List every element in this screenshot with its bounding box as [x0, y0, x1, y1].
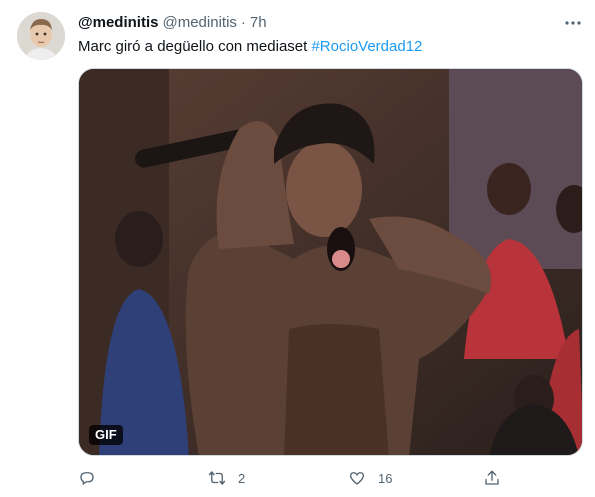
retweet-button[interactable]: 2: [208, 466, 245, 490]
separator-dot: ·: [240, 14, 246, 31]
timestamp[interactable]: 7h: [250, 14, 267, 31]
avatar-image: [17, 12, 65, 60]
more-icon[interactable]: [560, 10, 586, 36]
avatar[interactable]: [17, 12, 65, 60]
hashtag-link[interactable]: #RocioVerdad12: [311, 38, 422, 55]
like-button[interactable]: 16: [348, 466, 392, 490]
retweet-icon: [208, 471, 226, 485]
reply-button[interactable]: [78, 466, 96, 490]
gif-badge: GIF: [89, 425, 123, 445]
tweet[interactable]: @medinitis @medinitis · 7h Marc giró a degü…: [0, 0, 595, 497]
user-handle[interactable]: @medinitis: [162, 14, 236, 31]
tweet-header: @medinitis @medinitis · 7h: [78, 13, 267, 33]
gif-media[interactable]: GIF: [78, 68, 583, 456]
action-bar: 2 16: [78, 466, 583, 490]
gif-image: [79, 69, 582, 455]
display-name[interactable]: @medinitis: [78, 14, 158, 31]
tweet-text: Marc giró a degüello con mediaset #Rocio…: [78, 37, 422, 57]
share-icon: [485, 470, 499, 485]
reply-icon: [80, 472, 94, 485]
tweet-text-body: Marc giró a degüello con mediaset: [78, 38, 312, 55]
heart-icon: [349, 472, 365, 485]
share-button[interactable]: [483, 466, 501, 490]
like-count: 16: [378, 470, 393, 486]
retweet-count: 2: [238, 470, 246, 486]
